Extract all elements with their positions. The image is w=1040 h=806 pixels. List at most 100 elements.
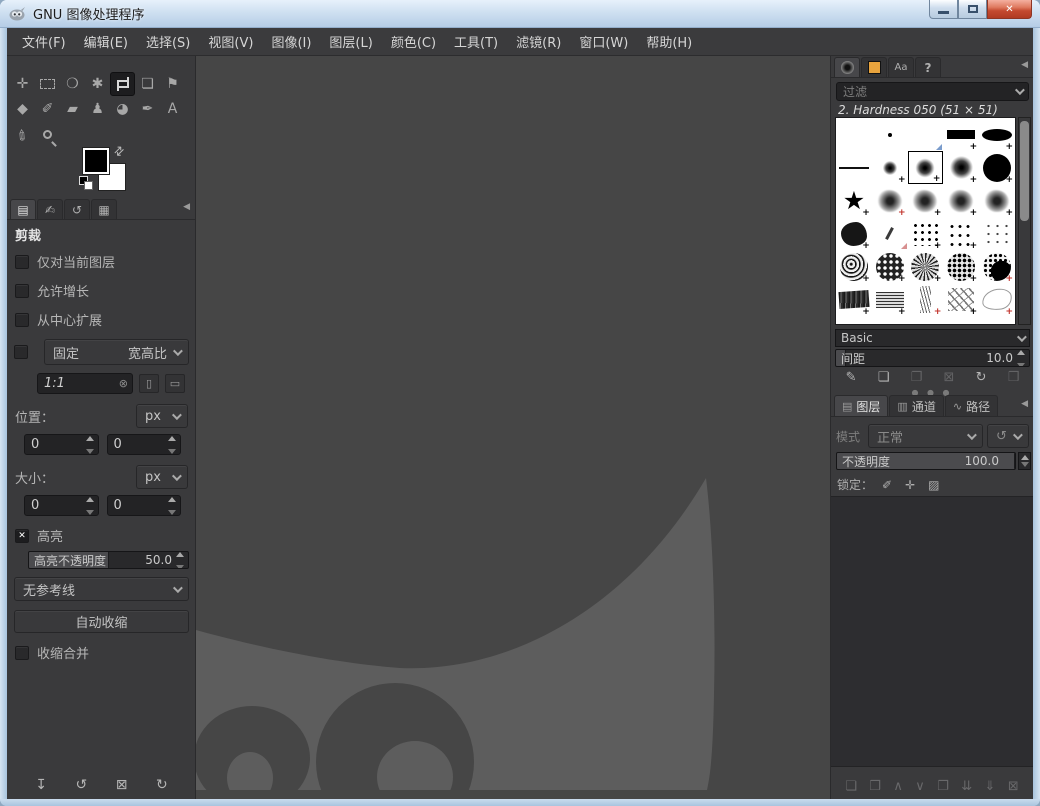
delete-tool-options-button[interactable]: ⊠: [116, 777, 128, 793]
guides-dropdown[interactable]: 无参考线: [14, 577, 189, 601]
brush-item-r6c3[interactable]: +: [908, 283, 944, 317]
highlight-opacity-slider[interactable]: 高亮不透明度 50.0: [28, 551, 189, 569]
bucket-fill-tool[interactable]: ◆: [10, 97, 35, 121]
tab-help[interactable]: ?: [915, 57, 941, 77]
size-unit-dropdown[interactable]: px: [136, 465, 188, 489]
brush-item-r1c1[interactable]: [836, 118, 872, 151]
left-dock-collapse-icon[interactable]: ◀: [183, 202, 190, 212]
reset-tool-options-button[interactable]: ↻: [156, 777, 168, 793]
default-colors-icon[interactable]: [79, 176, 95, 192]
merge-down-button[interactable]: ⇊: [961, 779, 972, 794]
layer-opacity-slider[interactable]: 不透明度 100.0: [836, 452, 1016, 470]
menu-item-2[interactable]: 选择(S): [137, 28, 199, 55]
position-x-spinner[interactable]: 0: [24, 434, 99, 455]
brush-spacing-slider[interactable]: 间距 10.0: [835, 349, 1030, 367]
size-width-spinner[interactable]: 0: [24, 495, 99, 516]
spinner-arrows[interactable]: [166, 497, 178, 515]
brush-item-r4c1[interactable]: +: [836, 217, 872, 251]
fixed-aspect-dropdown[interactable]: 固定 宽高比: [44, 339, 189, 365]
new-brush-button[interactable]: ❏: [878, 370, 890, 385]
close-button[interactable]: ✕: [987, 0, 1032, 19]
checkbox-allow-growing[interactable]: 允许增长: [15, 281, 189, 300]
menu-item-10[interactable]: 帮助(H): [637, 28, 701, 55]
crop-tool[interactable]: [110, 72, 135, 96]
minimize-button[interactable]: [929, 0, 958, 19]
new-layer-group-button[interactable]: ❒: [869, 779, 881, 794]
layer-mode-dropdown[interactable]: 正常: [868, 424, 983, 448]
brush-item-r5c4[interactable]: +: [943, 250, 979, 284]
menu-item-5[interactable]: 图层(L): [320, 28, 381, 55]
tab-channels[interactable]: ▥ 通道: [889, 395, 944, 416]
brush-item-r1c4[interactable]: +: [943, 118, 979, 152]
checkbox-box[interactable]: [15, 283, 29, 298]
brush-item-r4c5[interactable]: [979, 217, 1015, 250]
tab-brushes[interactable]: [834, 57, 860, 77]
brush-item-r6c1[interactable]: +: [836, 283, 872, 317]
fuzzy-select-tool[interactable]: ✱: [85, 72, 110, 96]
brush-item-r2c3-selected[interactable]: +: [907, 151, 944, 184]
brush-item-r6c5[interactable]: +: [979, 283, 1015, 317]
brush-item-r4c3[interactable]: +: [908, 217, 944, 251]
checkbox-shrink-merged[interactable]: 收缩合并: [15, 643, 189, 662]
checkbox-fixed[interactable]: [14, 345, 28, 359]
position-y-spinner[interactable]: 0: [106, 434, 181, 455]
tab-fonts[interactable]: Aa: [888, 57, 914, 77]
duplicate-brush-button[interactable]: ❐: [911, 370, 923, 385]
lock-pixels-button[interactable]: ✐: [882, 478, 892, 492]
brush-item-r5c3[interactable]: +: [908, 250, 944, 284]
menu-item-6[interactable]: 颜色(C): [382, 28, 445, 55]
checkbox-box[interactable]: [15, 312, 29, 327]
brush-item-r7c2[interactable]: [872, 316, 908, 324]
brush-item-r1c3[interactable]: [908, 118, 944, 151]
auto-shrink-button[interactable]: 自动收缩: [14, 610, 189, 633]
anchor-layer-button[interactable]: ⇓: [985, 779, 996, 794]
text-tool[interactable]: A: [160, 97, 185, 121]
menu-item-0[interactable]: 文件(F): [13, 28, 75, 55]
clone-tool[interactable]: ♟: [85, 97, 110, 121]
menu-item-1[interactable]: 编辑(E): [75, 28, 137, 55]
mode-switch-dropdown[interactable]: ↺: [987, 424, 1029, 448]
brush-item-r7c1[interactable]: [836, 316, 872, 324]
tab-tool-options[interactable]: ▤: [10, 199, 36, 219]
free-select-tool[interactable]: ❍: [60, 72, 85, 96]
foreground-color-swatch[interactable]: [83, 148, 109, 174]
clear-icon[interactable]: ⊗: [119, 377, 128, 390]
menu-item-4[interactable]: 图像(I): [262, 28, 320, 55]
duplicate-layer-button[interactable]: ❐: [937, 779, 949, 794]
spinner-arrows[interactable]: [84, 497, 96, 515]
spinner-arrows[interactable]: [166, 436, 178, 454]
tab-layers[interactable]: ▤ 图层: [834, 395, 889, 416]
swap-colors-icon[interactable]: ⇄: [111, 142, 128, 159]
checkbox-expand-from-center[interactable]: 从中心扩展: [15, 310, 189, 329]
spinner-arrows[interactable]: [1015, 350, 1027, 366]
menu-item-3[interactable]: 视图(V): [199, 28, 262, 55]
brush-item-r7c5[interactable]: [979, 316, 1015, 324]
brush-item-r3c1[interactable]: ★ +: [836, 184, 872, 218]
restore-tool-options-button[interactable]: ↺: [76, 777, 88, 793]
spinner-arrows[interactable]: [84, 436, 96, 454]
checkbox-box[interactable]: [15, 254, 29, 269]
smudge-tool[interactable]: ◕: [110, 97, 135, 121]
edit-brush-button[interactable]: ✎: [846, 370, 857, 385]
brush-item-r7c4[interactable]: [943, 316, 979, 324]
lower-layer-button[interactable]: ∨: [915, 779, 925, 794]
brush-item-r3c2[interactable]: +: [872, 184, 908, 218]
layers-list[interactable]: [831, 496, 1033, 767]
scrollbar-thumb[interactable]: [1020, 121, 1029, 221]
spinner-arrows[interactable]: [174, 552, 186, 568]
menu-item-7[interactable]: 工具(T): [445, 28, 507, 55]
brush-item-r7c3[interactable]: [908, 316, 944, 324]
image-canvas[interactable]: [196, 56, 830, 799]
menu-item-8[interactable]: 滤镜(R): [507, 28, 570, 55]
delete-layer-button[interactable]: ⊠: [1008, 779, 1019, 794]
color-picker-tool[interactable]: ✎: [10, 122, 35, 146]
lock-alpha-button[interactable]: ▨: [928, 478, 939, 492]
opacity-spinner-arrows[interactable]: [1018, 452, 1031, 470]
brush-filter-input[interactable]: 过滤: [836, 82, 1029, 101]
raise-layer-button[interactable]: ∧: [893, 779, 903, 794]
refresh-brushes-button[interactable]: ↻: [976, 370, 987, 385]
checkbox-box-checked[interactable]: ✕: [15, 528, 29, 543]
titlebar[interactable]: GNU 图像处理程序 ✕: [0, 0, 1040, 28]
portrait-orientation-button[interactable]: ▯: [139, 374, 159, 393]
save-tool-options-button[interactable]: ↧: [35, 777, 47, 793]
